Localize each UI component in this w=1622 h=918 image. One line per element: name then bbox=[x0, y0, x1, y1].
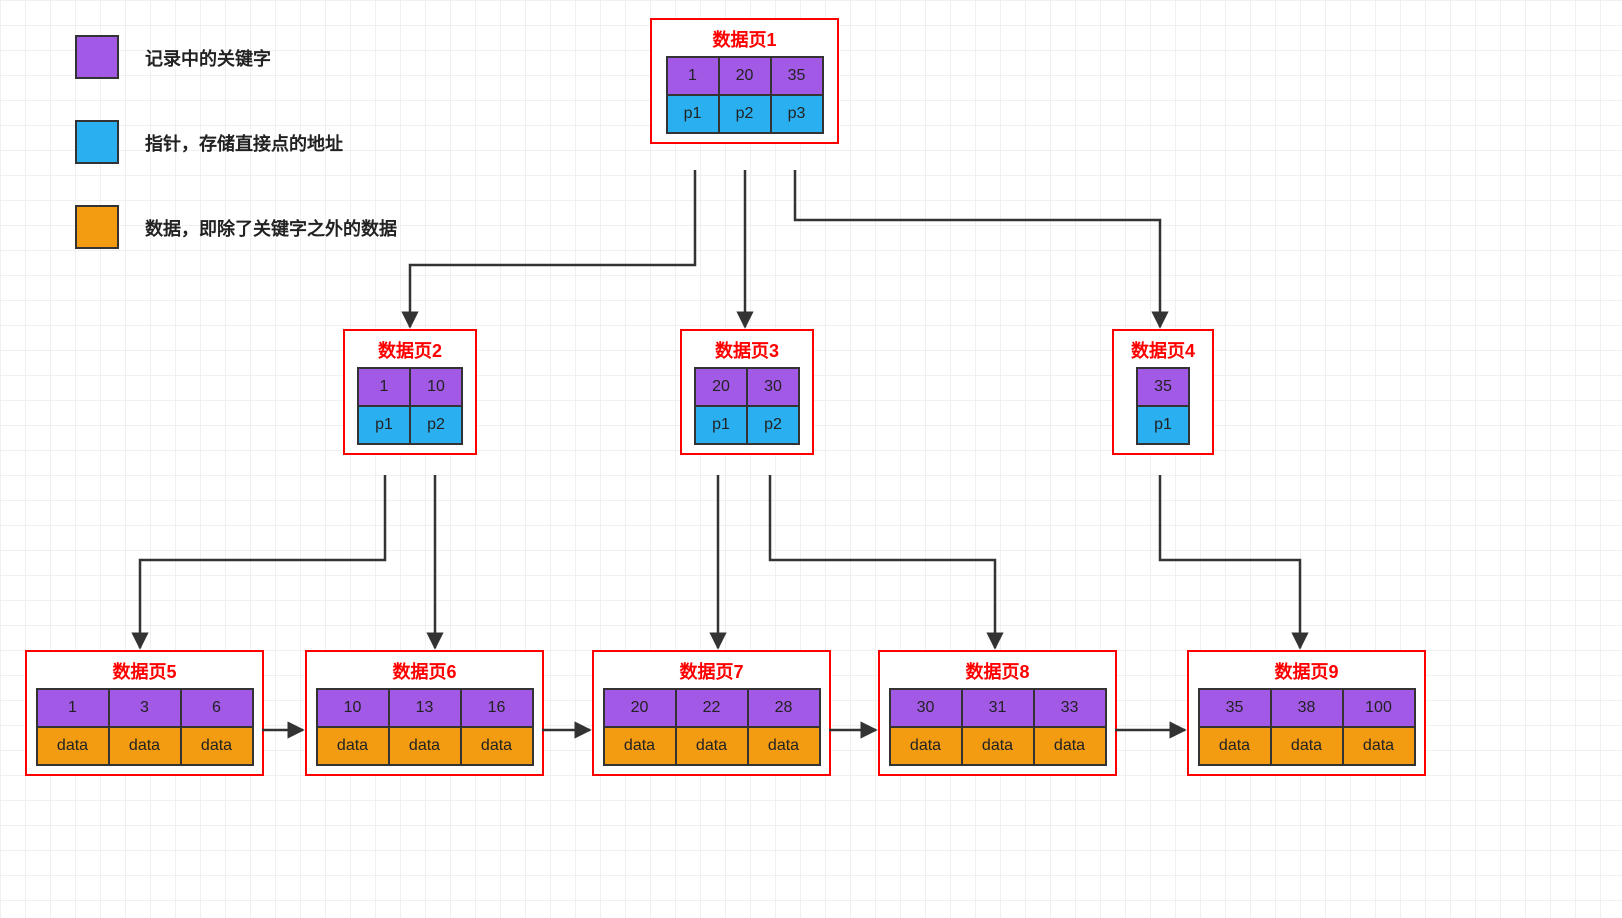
data-cell: data bbox=[675, 726, 749, 766]
data-page-7: 数据页7 20 22 28 data data data bbox=[592, 650, 831, 776]
key-cell: 20 bbox=[603, 688, 677, 728]
diagram-canvas: 记录中的关键字 指针，存储直接点的地址 数据，即除了关键字之外的数据 数据页1 … bbox=[0, 0, 1622, 918]
key-cell: 6 bbox=[180, 688, 254, 728]
data-cell: data bbox=[460, 726, 534, 766]
page-title: 数据页7 bbox=[594, 652, 829, 688]
data-cell: data bbox=[747, 726, 821, 766]
pointer-cell: p1 bbox=[694, 405, 748, 445]
data-page-2: 数据页2 1 10 p1 p2 bbox=[343, 329, 477, 455]
data-cell: data bbox=[108, 726, 182, 766]
legend-label-pointer: 指针，存储直接点的地址 bbox=[145, 130, 343, 156]
page-title: 数据页5 bbox=[27, 652, 262, 688]
key-cell: 1 bbox=[357, 367, 411, 407]
page-title: 数据页8 bbox=[880, 652, 1115, 688]
key-cell: 35 bbox=[770, 56, 824, 96]
pointer-cell: p3 bbox=[770, 94, 824, 134]
page-title: 数据页2 bbox=[345, 331, 475, 367]
data-cell: data bbox=[1342, 726, 1416, 766]
pointer-cell: p1 bbox=[357, 405, 411, 445]
key-cell: 1 bbox=[36, 688, 110, 728]
key-cell: 30 bbox=[889, 688, 963, 728]
data-cell: data bbox=[961, 726, 1035, 766]
key-cell: 33 bbox=[1033, 688, 1107, 728]
data-cell: data bbox=[316, 726, 390, 766]
pointer-cell: p1 bbox=[1136, 405, 1190, 445]
page-title: 数据页4 bbox=[1114, 331, 1212, 367]
page-title: 数据页6 bbox=[307, 652, 542, 688]
key-cell: 30 bbox=[746, 367, 800, 407]
data-cell: data bbox=[889, 726, 963, 766]
data-page-1: 数据页1 1 20 35 p1 p2 p3 bbox=[650, 18, 839, 144]
data-cell: data bbox=[388, 726, 462, 766]
data-cell: data bbox=[36, 726, 110, 766]
data-cell: data bbox=[1033, 726, 1107, 766]
data-page-6: 数据页6 10 13 16 data data data bbox=[305, 650, 544, 776]
pointer-cell: p2 bbox=[746, 405, 800, 445]
data-page-4: 数据页4 35 p1 bbox=[1112, 329, 1214, 455]
key-cell: 3 bbox=[108, 688, 182, 728]
key-cell: 38 bbox=[1270, 688, 1344, 728]
data-cell: data bbox=[1198, 726, 1272, 766]
key-cell: 20 bbox=[694, 367, 748, 407]
data-page-8: 数据页8 30 31 33 data data data bbox=[878, 650, 1117, 776]
data-cell: data bbox=[180, 726, 254, 766]
key-cell: 35 bbox=[1198, 688, 1272, 728]
pointer-cell: p2 bbox=[718, 94, 772, 134]
legend-label-data: 数据，即除了关键字之外的数据 bbox=[145, 215, 397, 241]
key-cell: 100 bbox=[1342, 688, 1416, 728]
data-page-9: 数据页9 35 38 100 data data data bbox=[1187, 650, 1426, 776]
key-cell: 20 bbox=[718, 56, 772, 96]
key-cell: 35 bbox=[1136, 367, 1190, 407]
key-cell: 10 bbox=[316, 688, 390, 728]
key-cell: 1 bbox=[666, 56, 720, 96]
legend-label-key: 记录中的关键字 bbox=[145, 45, 271, 71]
data-page-5: 数据页5 1 3 6 data data data bbox=[25, 650, 264, 776]
key-cell: 10 bbox=[409, 367, 463, 407]
key-cell: 28 bbox=[747, 688, 821, 728]
key-cell: 31 bbox=[961, 688, 1035, 728]
legend-swatch-pointer bbox=[75, 120, 119, 164]
legend-swatch-data bbox=[75, 205, 119, 249]
pointer-cell: p2 bbox=[409, 405, 463, 445]
key-cell: 13 bbox=[388, 688, 462, 728]
key-cell: 22 bbox=[675, 688, 749, 728]
data-cell: data bbox=[603, 726, 677, 766]
key-cell: 16 bbox=[460, 688, 534, 728]
page-title: 数据页3 bbox=[682, 331, 812, 367]
legend-swatch-key bbox=[75, 35, 119, 79]
pointer-cell: p1 bbox=[666, 94, 720, 134]
data-cell: data bbox=[1270, 726, 1344, 766]
page-title: 数据页1 bbox=[652, 20, 837, 56]
data-page-3: 数据页3 20 30 p1 p2 bbox=[680, 329, 814, 455]
page-title: 数据页9 bbox=[1189, 652, 1424, 688]
